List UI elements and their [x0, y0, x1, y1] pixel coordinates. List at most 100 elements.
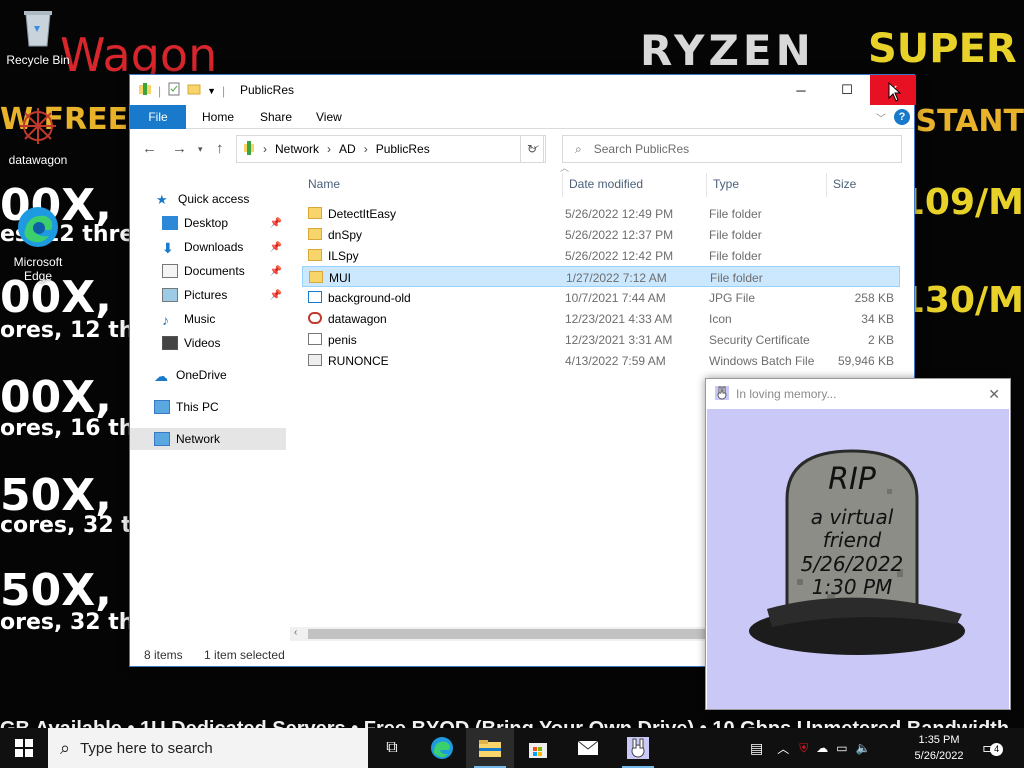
- nav-onedrive[interactable]: ☁ OneDrive: [130, 364, 286, 386]
- recycle-bin-icon: [0, 8, 76, 51]
- news-icon[interactable]: ▤: [750, 740, 763, 757]
- nav-music[interactable]: ♪ Music: [130, 308, 286, 330]
- nav-pictures[interactable]: Pictures 📌: [130, 284, 286, 306]
- documents-icon: [162, 264, 178, 278]
- pin-icon[interactable]: 📌: [270, 218, 282, 229]
- properties-icon[interactable]: [167, 82, 181, 99]
- forward-icon[interactable]: →: [172, 140, 187, 157]
- pin-icon[interactable]: 📌: [270, 290, 282, 301]
- scrollbar-thumb[interactable]: [308, 629, 718, 639]
- column-date[interactable]: Date modified: [569, 177, 643, 191]
- rip-text: RIP: [828, 462, 877, 497]
- nav-desktop[interactable]: Desktop 📌: [130, 212, 286, 234]
- recent-locations-icon[interactable]: ▾: [198, 144, 203, 155]
- search-icon: ⌕: [575, 141, 582, 156]
- breadcrumb-network[interactable]: Network: [275, 142, 319, 156]
- start-button[interactable]: [0, 728, 48, 768]
- windows-logo-icon: [15, 739, 33, 757]
- folder-icon: [309, 271, 323, 283]
- folder-icon: [308, 207, 322, 219]
- taskbar-file-explorer[interactable]: [466, 728, 514, 768]
- back-icon[interactable]: ←: [142, 140, 157, 157]
- tab-share[interactable]: Share: [246, 105, 306, 129]
- mouse-cursor-icon: [888, 81, 902, 105]
- table-row[interactable]: RUNONCE 4/13/2022 7:59 AM Windows Batch …: [302, 350, 900, 371]
- scroll-left-icon[interactable]: ‹: [294, 627, 297, 638]
- batch-file-icon: [308, 354, 322, 366]
- refresh-icon: ↻: [526, 142, 538, 156]
- help-icon[interactable]: ?: [894, 109, 910, 125]
- table-row[interactable]: DetectItEasy 5/26/2022 12:49 PM File fol…: [302, 203, 900, 224]
- taskbar-edge[interactable]: [418, 728, 466, 768]
- taskbar-search-input[interactable]: Type here to search: [80, 740, 213, 757]
- breadcrumb-ad[interactable]: AD: [339, 142, 356, 156]
- notification-center[interactable]: ▭ 4: [982, 728, 1004, 768]
- column-size[interactable]: Size: [833, 177, 856, 191]
- maximize-button[interactable]: ☐: [824, 75, 870, 105]
- memorial-dialog[interactable]: In loving memory... ✕ RIP a virtual frie…: [705, 378, 1011, 710]
- task-view-icon: ⧉: [386, 739, 398, 756]
- column-type[interactable]: Type: [713, 177, 739, 191]
- column-name[interactable]: Name: [308, 177, 340, 191]
- refresh-button[interactable]: ↻: [520, 135, 544, 163]
- desktop-icon-recycle-bin[interactable]: Recycle Bin: [0, 8, 76, 67]
- network-tray-icon[interactable]: ▭: [836, 741, 847, 755]
- datawagon-file-icon: [308, 312, 322, 324]
- nav-this-pc[interactable]: This PC: [130, 396, 286, 418]
- column-headers: ︿ Name Date modified Type Size: [298, 163, 906, 197]
- minimize-button[interactable]: ─: [778, 75, 824, 105]
- desktop-icon-label: datawagon: [8, 153, 68, 167]
- search-box[interactable]: ⌕ Search PublicRes: [562, 135, 902, 163]
- search-input[interactable]: Search PublicRes: [594, 142, 689, 156]
- nav-documents[interactable]: Documents 📌: [130, 260, 286, 282]
- nav-network[interactable]: Network: [130, 428, 286, 450]
- new-folder-icon[interactable]: [187, 82, 201, 99]
- volume-icon[interactable]: 🔈: [856, 741, 871, 755]
- taskbar: ⌕ Type here to search ⧉ ▤ ︿ ⛨ ☁ ▭ 🔈 1:35…: [0, 728, 1024, 768]
- music-icon: ♪: [162, 312, 169, 328]
- taskbar-mail[interactable]: [564, 728, 612, 768]
- task-view-button[interactable]: ⧉: [368, 728, 416, 768]
- address-bar[interactable]: › Network › AD › PublicRes ﹀: [236, 135, 546, 163]
- table-row[interactable]: dnSpy 5/26/2022 12:37 PM File folder: [302, 224, 900, 245]
- nav-downloads[interactable]: ⬇ Downloads 📌: [130, 236, 286, 258]
- show-hidden-icons[interactable]: ︿: [777, 740, 789, 757]
- tab-home[interactable]: Home: [188, 105, 248, 129]
- table-row-selected[interactable]: MUI 1/27/2022 7:12 AM File folder: [302, 266, 900, 287]
- clock-date: 5/26/2022: [914, 750, 964, 762]
- taskbar-bunny-app[interactable]: [614, 728, 662, 768]
- certificate-icon: [308, 333, 322, 345]
- nav-quick-access[interactable]: ★ Quick access: [130, 188, 286, 210]
- image-file-icon: [308, 291, 322, 303]
- customize-qat-icon[interactable]: ▼: [207, 86, 216, 96]
- desktop-icon-edge[interactable]: Microsoft Edge: [0, 204, 76, 283]
- tab-view[interactable]: View: [302, 105, 356, 129]
- pin-icon[interactable]: 📌: [270, 242, 282, 253]
- table-row[interactable]: background-old 10/7/2021 7:44 AM JPG Fil…: [302, 287, 900, 308]
- taskbar-store[interactable]: [514, 728, 562, 768]
- table-row[interactable]: penis 12/23/2021 3:31 AM Security Certif…: [302, 329, 900, 350]
- taskbar-search[interactable]: ⌕ Type here to search: [48, 728, 368, 768]
- title-bar[interactable]: | ▼ | PublicRes ─ ☐ ✕: [130, 75, 916, 105]
- epitaph-line2: friend: [823, 528, 882, 552]
- desktop-icon-datawagon[interactable]: datawagon: [0, 104, 76, 167]
- epitaph-date: 5/26/2022: [801, 552, 904, 576]
- clock-time: 1:35 PM: [918, 734, 960, 746]
- dialog-close-icon[interactable]: ✕: [988, 386, 1000, 403]
- notification-icon: ▭ 4: [982, 738, 1004, 758]
- breadcrumb-publicres[interactable]: PublicRes: [376, 142, 430, 156]
- tab-file[interactable]: File: [130, 105, 186, 129]
- defender-icon[interactable]: ⛨: [799, 741, 808, 756]
- table-row[interactable]: datawagon 12/23/2021 4:33 AM Icon 34 KB: [302, 308, 900, 329]
- dialog-title-bar[interactable]: In loving memory... ✕: [706, 379, 1010, 409]
- table-row[interactable]: ILSpy 5/26/2022 12:42 PM File folder: [302, 245, 900, 266]
- onedrive-tray-icon[interactable]: ☁: [816, 741, 828, 755]
- up-icon[interactable]: ↑: [216, 140, 224, 157]
- taskbar-clock[interactable]: 1:35 PM 5/26/2022: [904, 732, 974, 764]
- system-tray: ▤ ︿ ⛨ ☁ ▭ 🔈: [750, 728, 879, 768]
- expand-ribbon-icon[interactable]: ﹀: [876, 110, 886, 125]
- pin-icon[interactable]: 📌: [270, 266, 282, 277]
- nav-videos[interactable]: Videos: [130, 332, 286, 354]
- pictures-icon: [162, 288, 178, 302]
- ribbon-tabs: File Home Share View ﹀ ?: [130, 105, 914, 129]
